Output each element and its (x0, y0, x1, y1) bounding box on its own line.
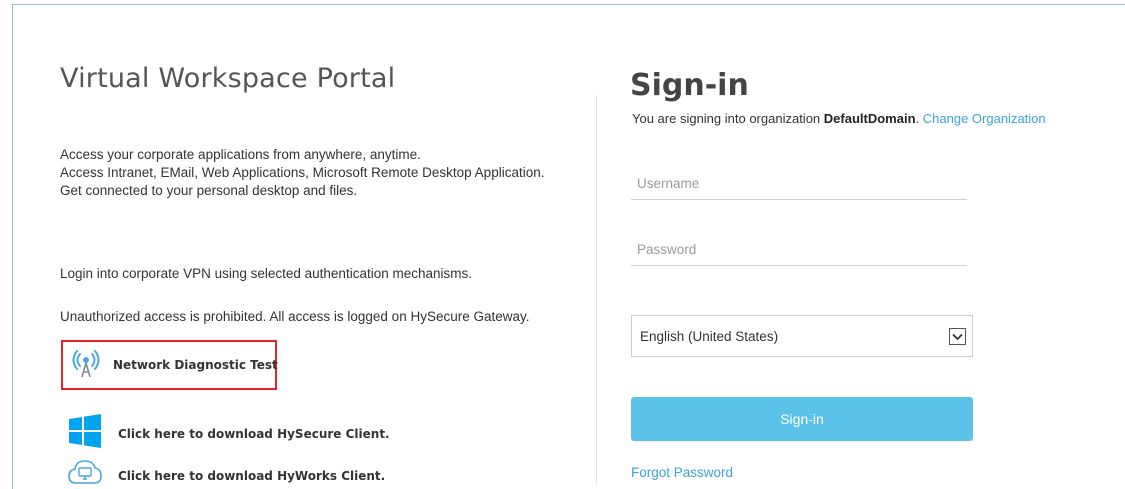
organization-info: You are signing into organization Defaul… (632, 111, 1046, 126)
password-input[interactable] (631, 234, 967, 266)
org-suffix-text: . (915, 111, 920, 126)
vpn-info-text: Login into corporate VPN using selected … (60, 266, 472, 281)
desc-line-anywhere: Access your corporate applications from … (60, 147, 421, 162)
forgot-password-link[interactable]: Forgot Password (631, 465, 733, 480)
portal-description: Access your corporate applications from … (60, 146, 560, 200)
desc-line-desktop: Get connected to your personal desktop a… (60, 183, 358, 198)
portal-title: Virtual Workspace Portal (60, 63, 396, 94)
signin-title: Sign-in (630, 68, 749, 103)
change-organization-link[interactable]: Change Organization (923, 111, 1046, 126)
network-diagnostic-label: Network Diagnostic Test (113, 358, 278, 372)
signin-button[interactable]: Sign-in (631, 397, 973, 441)
username-input[interactable] (631, 168, 967, 200)
download-hysecure-label: Click here to download HySecure Client. (118, 426, 390, 441)
windows-logo-icon (68, 414, 102, 453)
column-divider (596, 95, 597, 485)
download-hysecure-link[interactable]: Click here to download HySecure Client. (68, 414, 390, 453)
network-diagnostic-link[interactable]: Network Diagnostic Test (61, 340, 278, 390)
wireless-antenna-icon (71, 347, 101, 384)
download-hyworks-link[interactable]: Click here to download HyWorks Client. (68, 459, 385, 489)
download-hyworks-label: Click here to download HyWorks Client. (118, 468, 386, 483)
desc-line-apps: Access Intranet, EMail, Web Applications… (60, 165, 545, 180)
language-select[interactable]: English (United States) (631, 315, 973, 357)
chevron-down-icon[interactable] (949, 328, 966, 345)
cloud-monitor-icon (68, 459, 102, 489)
org-prefix-text: You are signing into organization (632, 111, 821, 126)
unauthorized-warning: Unauthorized access is prohibited. All a… (60, 309, 530, 324)
org-name: DefaultDomain (823, 111, 916, 126)
language-selected-value: English (United States) (640, 328, 779, 344)
